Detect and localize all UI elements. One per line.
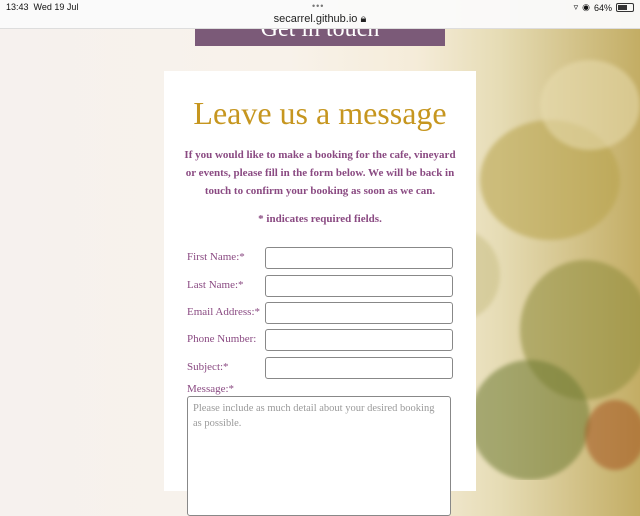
get-in-touch-banner: Get in touch <box>195 28 445 46</box>
last-name-input[interactable] <box>265 275 453 297</box>
email-input[interactable] <box>265 302 453 324</box>
location-icon: ◉ <box>582 2 590 12</box>
battery-percent: 64% <box>593 2 612 13</box>
booking-form-card: Leave us a message If you would like to … <box>164 71 476 516</box>
message-textarea[interactable]: Please include as much detail about your… <box>187 396 451 516</box>
required-note: * indicates required fields. <box>258 213 382 225</box>
status-indicators: ▿ ◉ 64% <box>574 2 634 13</box>
battery-icon <box>616 3 634 12</box>
status-bar: 13:43 Wed 19 Jul ••• secarrel.github.io … <box>0 0 640 29</box>
multitask-dots-icon[interactable]: ••• <box>312 1 324 11</box>
url-text: secarrel.github.io <box>273 13 358 25</box>
status-time: 13:43 Wed 19 Jul <box>6 2 79 12</box>
form-intro: If you would like to make a booking for … <box>184 149 456 197</box>
phone-label: Phone Number: <box>187 333 257 345</box>
wifi-icon: ▿ <box>573 2 579 12</box>
banner-text: Get in touch <box>260 28 380 42</box>
form-title: Leave us a message <box>193 95 447 131</box>
phone-input[interactable] <box>265 329 453 351</box>
email-label: Email Address:* <box>187 306 261 318</box>
message-label: Message:* <box>187 383 235 395</box>
email-row: Email Address:* <box>187 302 453 324</box>
first-name-row: First Name:* <box>187 247 453 269</box>
phone-row: Phone Number: <box>187 329 453 351</box>
last-name-label: Last Name:* <box>187 279 244 291</box>
address-bar[interactable]: secarrel.github.io 🔒︎ <box>0 13 640 26</box>
first-name-input[interactable] <box>265 247 453 269</box>
last-name-row: Last Name:* <box>187 275 453 297</box>
subject-input[interactable] <box>265 357 453 379</box>
subject-row: Subject:* <box>187 357 453 379</box>
subject-label: Subject:* <box>187 361 229 373</box>
first-name-label: First Name:* <box>187 251 245 263</box>
lock-icon: 🔒︎ <box>360 13 367 25</box>
